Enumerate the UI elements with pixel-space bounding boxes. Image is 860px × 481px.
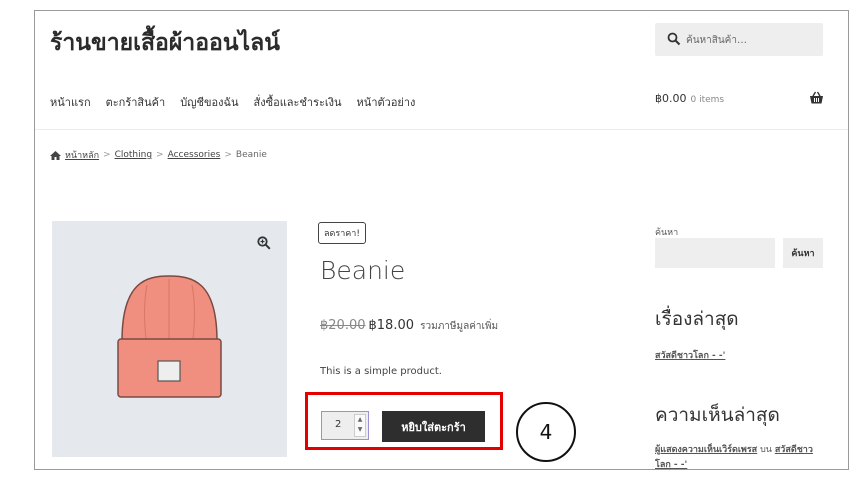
sale-badge: ลดราคา!: [318, 222, 366, 244]
product-title: Beanie: [320, 256, 406, 285]
nav-item-cart[interactable]: ตะกร้าสินค้า: [106, 93, 166, 111]
zoom-icon[interactable]: [257, 236, 271, 250]
nav-item-my-account[interactable]: บัญชีของฉัน: [180, 93, 238, 111]
search-placeholder: ค้นหาสินค้า…: [686, 35, 747, 46]
header-cart[interactable]: ฿0.00 0 items: [655, 92, 724, 105]
product-short-description: This is a simple product.: [320, 366, 442, 377]
nav-item-checkout[interactable]: สั่งซื้อและชำระเงิน: [254, 93, 342, 111]
sidebar-search-input[interactable]: [655, 238, 775, 268]
step-number-annotation: 4: [516, 402, 576, 462]
sidebar-search-button[interactable]: ค้นหา: [783, 238, 823, 268]
basket-icon[interactable]: [809, 91, 824, 105]
breadcrumb-current: Beanie: [235, 150, 267, 160]
vat-note: รวมภาษีมูลค่าเพิ่ม: [420, 321, 499, 332]
comment-author-link[interactable]: ผู้แสดงความเห็นเวิร์ดเพรส: [655, 445, 757, 455]
breadcrumb-clothing[interactable]: Clothing: [115, 150, 152, 160]
recent-post-link[interactable]: สวัสดีชาวโลก - -': [655, 348, 725, 362]
sale-price: ฿18.00: [368, 318, 415, 333]
breadcrumb-separator: >: [156, 150, 164, 160]
old-price: ฿20.00: [320, 318, 366, 333]
comment-on-text: บน: [760, 445, 772, 455]
main-navigation: หน้าแรก ตะกร้าสินค้า บัญชีของฉัน สั่งซื้…: [50, 93, 415, 111]
search-icon: [667, 32, 681, 46]
highlight-box: [305, 392, 503, 450]
site-title[interactable]: ร้านขายเสื้อผ้าออนไลน์: [50, 25, 280, 61]
product-image[interactable]: [52, 221, 287, 457]
recent-posts-heading: เรื่องล่าสุด: [655, 308, 739, 330]
product-search-input[interactable]: ค้นหาสินค้า…: [655, 23, 823, 56]
recent-comment-item: ผู้แสดงความเห็นเวิร์ดเพรส บน สวัสดีชาวโล…: [655, 443, 825, 469]
product-price: ฿20.00 ฿18.00 รวมภาษีมูลค่าเพิ่ม: [320, 318, 498, 334]
breadcrumb-accessories[interactable]: Accessories: [168, 150, 221, 160]
breadcrumb-separator: >: [224, 150, 232, 160]
browser-viewport: ร้านขายเสื้อผ้าออนไลน์ ค้นหาสินค้า… หน้า…: [34, 10, 849, 470]
cart-count: 0 items: [690, 95, 725, 105]
breadcrumb-separator: >: [103, 150, 111, 160]
nav-item-home[interactable]: หน้าแรก: [50, 93, 91, 111]
recent-comments-heading: ความเห็นล่าสุด: [655, 404, 780, 426]
breadcrumb-home[interactable]: หน้าหลัก: [65, 148, 99, 162]
breadcrumb: หน้าหลัก > Clothing > Accessories > Bean…: [50, 148, 267, 162]
nav-item-sample-page[interactable]: หน้าตัวอย่าง: [357, 93, 416, 111]
header-divider: [35, 129, 848, 130]
home-icon: [50, 150, 61, 160]
cart-total: ฿0.00: [655, 92, 687, 105]
beanie-illustration: [117, 275, 222, 398]
sidebar-search-label: ค้นหา: [655, 228, 679, 238]
